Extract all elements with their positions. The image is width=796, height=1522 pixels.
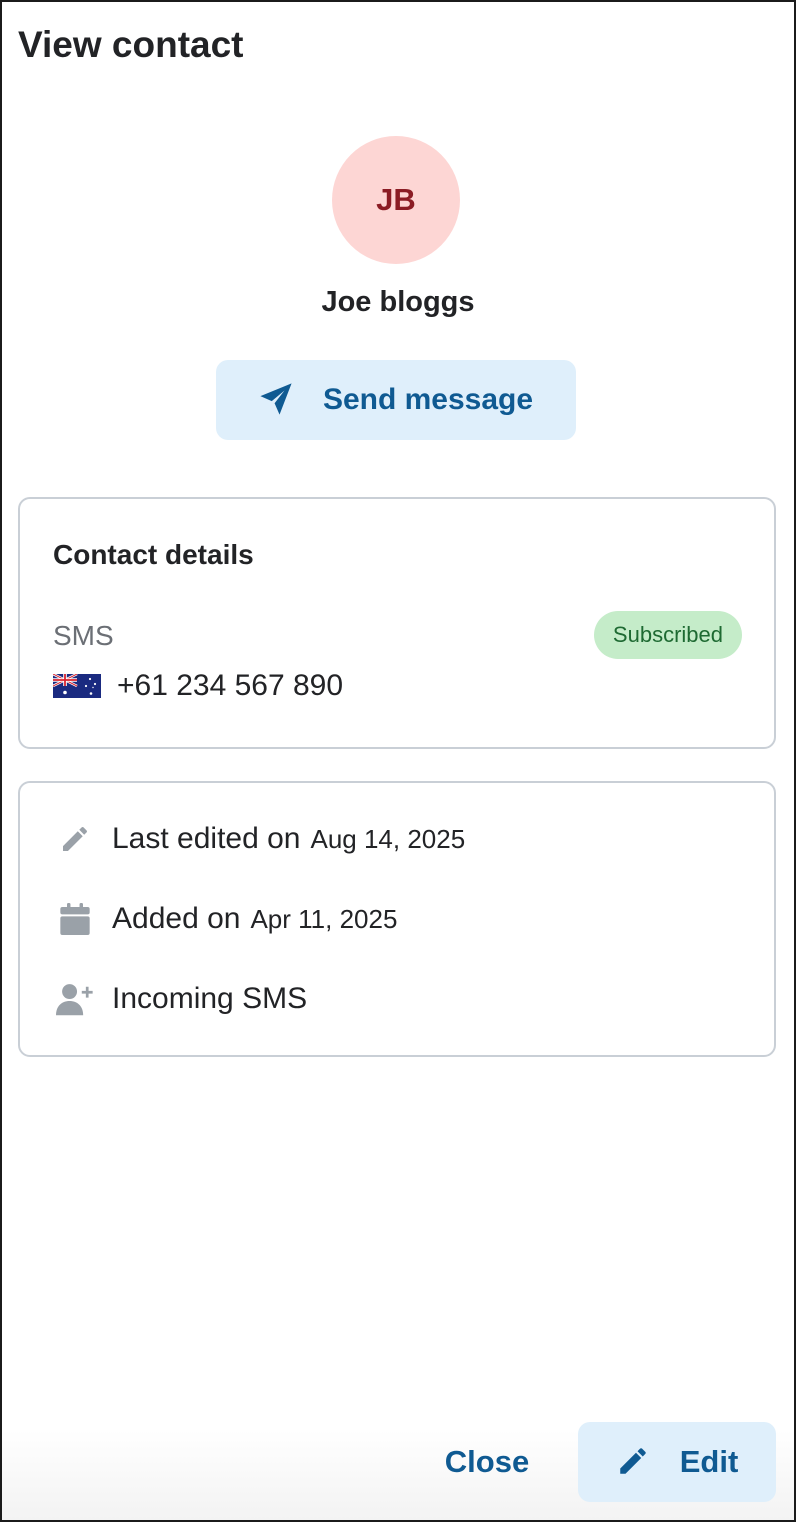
- send-message-label: Send message: [322, 383, 534, 416]
- close-button[interactable]: Close: [414, 1422, 560, 1502]
- added-label: Added on: [112, 902, 241, 935]
- user-plus-icon: [56, 980, 94, 1018]
- avatar: JB: [332, 136, 460, 264]
- last-edited-row: Last edited on Aug 14, 2025: [56, 820, 465, 858]
- channel-label: SMS: [53, 620, 114, 651]
- source-row: Incoming SMS: [56, 980, 307, 1018]
- added-date: Apr 11, 2025: [250, 904, 398, 934]
- last-edited-label: Last edited on: [112, 822, 301, 855]
- send-message-button[interactable]: Send message: [216, 360, 576, 440]
- view-contact-panel: View contact JB Joe bloggs Send message …: [0, 0, 796, 1522]
- avatar-initials: JB: [376, 182, 416, 217]
- phone-row: +61 234 567 890: [53, 669, 343, 703]
- edit-label: Edit: [679, 1444, 739, 1479]
- contact-details-title: Contact details: [53, 539, 254, 570]
- contact-details-card: Contact details SMS Subscribed +61 234 5…: [18, 497, 776, 749]
- status-badge: Subscribed: [593, 611, 742, 659]
- page-title: View contact: [18, 24, 244, 65]
- source-text: Incoming SMS: [112, 982, 308, 1015]
- added-row: Added on Apr 11, 2025: [56, 900, 397, 938]
- edit-button[interactable]: Edit: [578, 1422, 776, 1502]
- australia-flag-icon: [53, 674, 101, 698]
- contact-meta-card: Last edited on Aug 14, 2025 Added on Apr 1…: [18, 781, 776, 1057]
- calendar-icon: [56, 900, 94, 938]
- contact-name: Joe bloggs: [321, 286, 475, 318]
- phone-number: +61 234 567 890: [117, 669, 344, 702]
- pencil-icon: [56, 820, 94, 858]
- paper-plane-icon: [259, 382, 293, 419]
- last-edited-date: Aug 14, 2025: [310, 824, 466, 854]
- pencil-icon: [616, 1444, 650, 1481]
